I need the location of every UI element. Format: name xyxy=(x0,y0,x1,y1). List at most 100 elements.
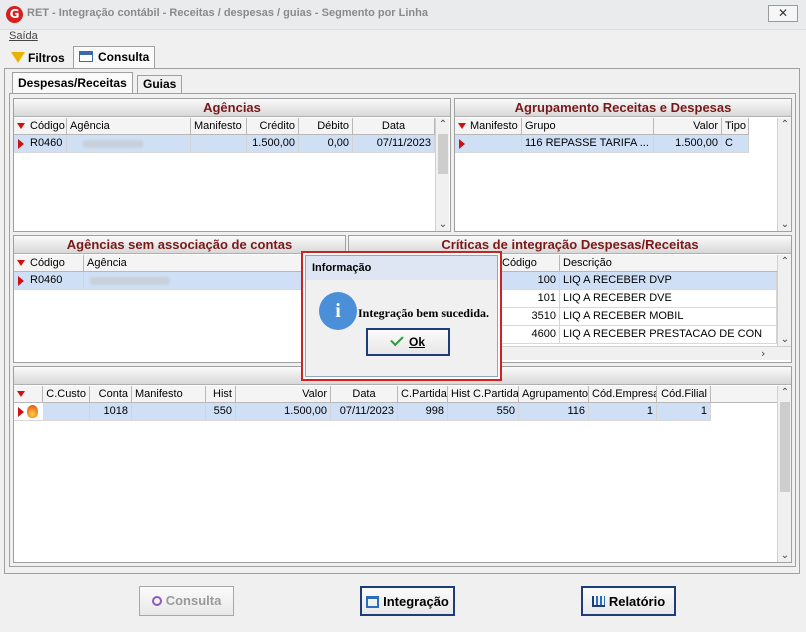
cell-manifesto xyxy=(467,135,522,152)
cell-agrupamento: 116 xyxy=(519,403,589,420)
cell-cpartida: 998 xyxy=(398,403,448,420)
cell-data: 07/11/2023 xyxy=(331,403,398,420)
scroll-up-icon[interactable]: ⌃ xyxy=(778,256,792,267)
col-manifesto[interactable]: Manifesto xyxy=(132,386,206,403)
sort-indicator-icon xyxy=(17,260,25,266)
vertical-scrollbar[interactable]: ⌃ ⌄ xyxy=(435,118,449,231)
col-codigo[interactable]: Código xyxy=(499,255,560,272)
col-grupo[interactable]: Grupo xyxy=(522,118,654,135)
col-debito[interactable]: Débito xyxy=(299,118,353,135)
cell-manifesto xyxy=(132,403,206,420)
col-conta[interactable]: Conta xyxy=(90,386,132,403)
close-button[interactable]: ✕ xyxy=(768,5,798,22)
cell-codigo: R0460 xyxy=(27,135,67,152)
col-agrupamento[interactable]: Agrupamento xyxy=(519,386,589,403)
col-valor[interactable]: Valor xyxy=(654,118,722,135)
flame-icon xyxy=(27,405,38,418)
col-manifesto[interactable]: Manifesto xyxy=(191,118,247,135)
sem-assoc-panel: Agências sem associação de contas Código… xyxy=(13,235,346,363)
cell-grupo: 116 REPASSE TARIFA ... xyxy=(522,135,654,152)
menu-bar: Saída xyxy=(0,30,806,45)
sem-assoc-title: Agências sem associação de contas xyxy=(14,236,345,254)
ok-button-label: Ok xyxy=(408,335,425,349)
dialog-title: Informação xyxy=(306,256,497,280)
agencias-title: Agências xyxy=(14,99,450,117)
scroll-up-icon[interactable]: ⌃ xyxy=(436,119,450,130)
table-row[interactable]: R0460 1.500,00 0,00 07/11/2023 xyxy=(14,135,435,153)
scroll-right-icon[interactable]: › xyxy=(761,347,765,360)
scroll-down-icon[interactable]: ⌄ xyxy=(778,219,792,230)
table-row[interactable]: R0460 xyxy=(14,272,345,290)
scroll-down-icon[interactable]: ⌄ xyxy=(778,550,792,561)
consulta-button-label: Consulta xyxy=(165,593,222,608)
tab-filtros-label: Filtros xyxy=(28,51,65,65)
col-cpartida[interactable]: C.Partida xyxy=(398,386,448,403)
cell-hist: 550 xyxy=(206,403,236,420)
vertical-scrollbar[interactable]: ⌃ ⌄ xyxy=(777,386,791,562)
scroll-up-icon[interactable]: ⌃ xyxy=(778,387,792,398)
col-agencia[interactable]: Agência xyxy=(67,118,191,135)
geral-panel: Geral C.Custo Conta Manifesto Hist Valor… xyxy=(13,366,792,563)
cell-cod-filial: 1 xyxy=(657,403,711,420)
col-data[interactable]: Data xyxy=(353,118,435,135)
col-data[interactable]: Data xyxy=(331,386,398,403)
cell-descricao: LIQ A RECEBER MOBIL xyxy=(560,308,777,325)
title-bar: G RET - Integração contábil - Receitas /… xyxy=(0,0,806,30)
col-cod-empresa[interactable]: Cód.Empresa xyxy=(589,386,657,403)
scroll-thumb[interactable] xyxy=(438,134,448,174)
cell-tipo: C xyxy=(722,135,749,152)
tab-filtros[interactable]: Filtros xyxy=(5,47,71,68)
relatorio-button[interactable]: Relatório xyxy=(581,586,676,616)
vertical-scrollbar[interactable]: ⌃ ⌄ xyxy=(777,255,791,346)
info-icon: i xyxy=(319,292,357,330)
col-valor[interactable]: Valor xyxy=(236,386,331,403)
download-icon xyxy=(366,596,380,608)
agrupamento-header: Manifesto Grupo Valor Tipo xyxy=(455,118,749,135)
scroll-up-icon[interactable]: ⌃ xyxy=(778,119,792,130)
integracao-button[interactable]: Integração xyxy=(360,586,455,616)
close-icon: ✕ xyxy=(777,6,789,20)
scroll-down-icon[interactable]: ⌄ xyxy=(436,219,450,230)
filter-icon xyxy=(11,52,25,63)
vertical-scrollbar[interactable]: ⌃ ⌄ xyxy=(777,118,791,231)
check-icon xyxy=(390,332,404,347)
consulta-button[interactable]: Consulta xyxy=(139,586,234,616)
col-credito[interactable]: Crédito xyxy=(247,118,299,135)
tab-consulta[interactable]: Consulta xyxy=(73,46,156,68)
col-codigo[interactable]: Código xyxy=(27,255,84,272)
row-pointer-icon xyxy=(459,139,465,149)
col-hist-cpartida[interactable]: Hist C.Partida xyxy=(448,386,519,403)
cell-manifesto xyxy=(191,135,247,152)
scroll-thumb[interactable] xyxy=(780,402,790,492)
cell-data: 07/11/2023 xyxy=(353,135,435,152)
app-logo-icon: G xyxy=(6,6,23,23)
tab-guias[interactable]: Guias xyxy=(137,75,183,94)
sort-indicator-icon xyxy=(17,391,25,397)
cell-credito: 1.500,00 xyxy=(247,135,299,152)
col-icon xyxy=(26,386,43,403)
cell-agencia xyxy=(67,135,191,152)
window-title: RET - Integração contábil - Receitas / d… xyxy=(27,7,428,19)
table-row[interactable]: 116 REPASSE TARIFA ... 1.500,00 C xyxy=(455,135,749,153)
col-tipo[interactable]: Tipo xyxy=(722,118,749,135)
table-row[interactable]: 1018 550 1.500,00 07/11/2023 998 550 116… xyxy=(14,403,711,421)
menu-saida[interactable]: Saída xyxy=(9,30,38,42)
ok-button[interactable]: Ok xyxy=(366,328,450,356)
cell-hist-cpartida: 550 xyxy=(448,403,519,420)
cell-codigo: 101 xyxy=(499,290,560,307)
cell-codigo: 4600 xyxy=(499,326,560,343)
integracao-button-label: Integração xyxy=(383,594,449,609)
col-ccusto[interactable]: C.Custo xyxy=(43,386,90,403)
col-manifesto[interactable]: Manifesto xyxy=(467,118,522,135)
col-cod-filial[interactable]: Cód.Filial xyxy=(657,386,711,403)
col-codigo[interactable]: Código xyxy=(27,118,67,135)
agencias-panel: Agências Código Agência Manifesto Crédit… xyxy=(13,98,451,232)
redacted-text xyxy=(90,277,170,285)
scroll-down-icon[interactable]: ⌄ xyxy=(778,334,792,345)
row-pointer-icon xyxy=(18,276,24,286)
tab-despesas-receitas[interactable]: Despesas/Receitas xyxy=(12,72,133,94)
dialog-message: Integração bem sucedida. xyxy=(358,306,489,320)
col-hist[interactable]: Hist xyxy=(206,386,236,403)
col-descricao[interactable]: Descrição xyxy=(560,255,777,272)
info-dialog: Informação i Integração bem sucedida. Ok xyxy=(301,251,502,381)
